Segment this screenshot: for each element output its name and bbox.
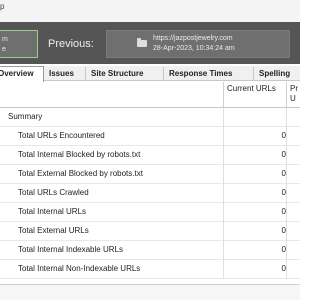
current-crawl-line-2: e — [2, 46, 6, 53]
tab-overview[interactable]: Overview — [0, 66, 44, 82]
row-label: Total Internal Indexable URLs — [18, 245, 123, 254]
tab-spelling[interactable]: Spelling — [256, 67, 300, 81]
table-row[interactable]: Total URLs Crawled 0 — [0, 184, 300, 203]
row-label: Total URLs Encountered — [18, 131, 105, 140]
folder-icon — [137, 38, 147, 47]
table-header: Current URLs Pr U — [0, 82, 300, 108]
column-header-previous-urls[interactable]: Pr U — [290, 84, 300, 104]
row-label: Total External URLs — [18, 226, 89, 235]
table-row[interactable]: Total External Blocked by robots.txt 0 — [0, 165, 300, 184]
table-row[interactable]: Total Internal Non-Indexable URLs 0 — [0, 260, 300, 279]
previous-crawl-date: 28-Apr-2023, 10:34:24 am — [153, 45, 235, 52]
previous-crawl-selector[interactable]: https://jazpostjewelry.com 28-Apr-2023, … — [106, 30, 290, 58]
tab-bar: Overview Issues Site Structure Response … — [0, 66, 300, 82]
previous-crawl-url: https://jazpostjewelry.com — [153, 35, 233, 42]
column-header-current-urls[interactable]: Current URLs — [227, 84, 283, 94]
row-label: Total Internal Non-Indexable URLs — [18, 264, 141, 273]
column-separator[interactable] — [286, 82, 287, 108]
current-crawl-tile[interactable]: m e — [0, 30, 38, 58]
table-section-row[interactable]: Summary — [0, 108, 300, 127]
current-crawl-line-1: m — [2, 36, 8, 43]
tab-site-structure[interactable]: Site Structure — [88, 67, 164, 81]
row-label: Total Internal URLs — [18, 207, 87, 216]
table-row[interactable]: Total Internal URLs 0 — [0, 203, 300, 222]
column-separator[interactable] — [223, 82, 224, 108]
table-row[interactable]: Total Internal Indexable URLs 0 — [0, 241, 300, 260]
window-title-fragment: p — [0, 2, 5, 11]
overview-table: Summary Total URLs Encountered 0 Total I… — [0, 108, 300, 279]
horizontal-scrollbar[interactable] — [0, 284, 300, 300]
tab-issues[interactable]: Issues — [46, 67, 86, 81]
row-label: Total Internal Blocked by robots.txt — [18, 150, 141, 159]
table-row[interactable]: Total URLs Encountered 0 — [0, 127, 300, 146]
previous-label: Previous: — [48, 38, 94, 50]
crawl-compare-bar: m e Previous: https://jazpostjewelry.com… — [0, 22, 300, 64]
table-row[interactable]: Total Internal Blocked by robots.txt 0 — [0, 146, 300, 165]
section-label-summary: Summary — [8, 112, 43, 121]
row-label: Total External Blocked by robots.txt — [18, 169, 143, 178]
top-strip: p — [0, 0, 300, 22]
tab-response-times[interactable]: Response Times — [166, 67, 254, 81]
table-row[interactable]: Total External URLs 0 — [0, 222, 300, 241]
row-label: Total URLs Crawled — [18, 188, 89, 197]
